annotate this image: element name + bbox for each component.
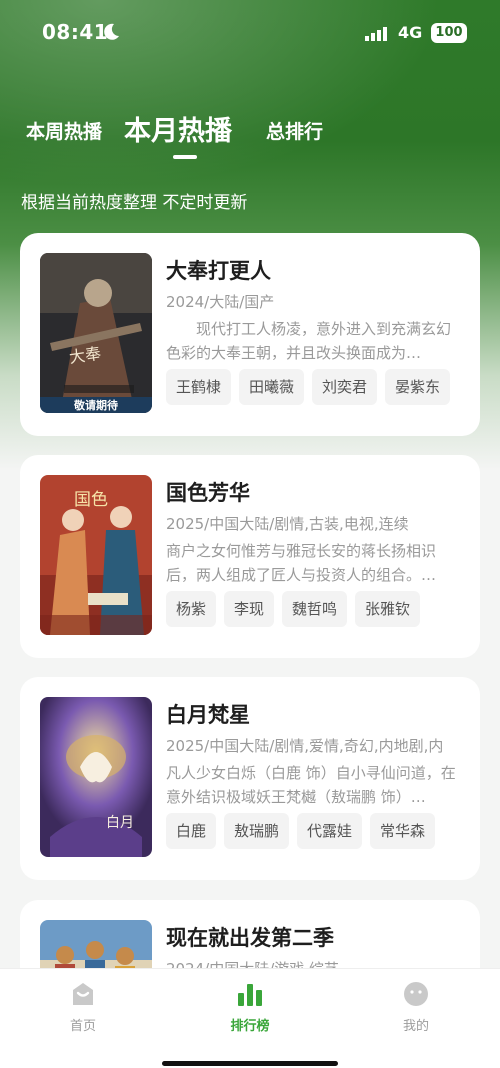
status-bar: 08:41 4G 100	[0, 0, 500, 66]
tabbar-ranking[interactable]: 排行榜	[200, 981, 300, 1034]
cast-tag[interactable]: 敖瑞鹏	[224, 813, 290, 849]
tab-total[interactable]: 总排行	[266, 117, 323, 144]
tabbar-mine-label: 我的	[402, 1019, 429, 1034]
cast-tag[interactable]: 田曦薇	[239, 369, 305, 405]
cast-tag[interactable]: 刘奕君	[312, 369, 378, 405]
cast-tag[interactable]: 李现	[224, 591, 275, 627]
svg-text:国色: 国色	[74, 490, 108, 510]
poster-image[interactable]: 国色	[40, 475, 152, 635]
network-label: 4G	[398, 23, 423, 42]
cast-tags: 杨紫 李现 魏哲鸣 张雅钦	[166, 591, 421, 627]
drama-meta: 2024/大陆/国产	[166, 293, 275, 311]
drama-title: 现在就出发第二季	[166, 926, 334, 950]
svg-text:白月: 白月	[106, 815, 134, 831]
home-indicator	[162, 1061, 338, 1066]
tabbar-ranking-label: 排行榜	[230, 1019, 270, 1034]
bottom-tab-bar: 首页 排行榜 我的	[0, 968, 500, 1068]
drama-meta: 2025/中国大陆/剧情,古装,电视,连续	[166, 515, 409, 533]
battery-indicator: 100	[431, 23, 467, 43]
cast-tag[interactable]: 常华森	[370, 813, 436, 849]
status-time: 08:41	[42, 20, 109, 44]
cast-tags: 王鹤棣 田曦薇 刘奕君 晏紫东	[166, 369, 451, 405]
drama-card[interactable]: 国色 国色芳华 2025/中国大陆/剧情,古装,电视,连续 商户之女何惟芳与雅冠…	[20, 455, 480, 658]
drama-description: 商户之女何惟芳与雅冠长安的蒋长扬相识后，两人组成了匠人与投资人的组合。…	[166, 542, 437, 584]
tabbar-home-label: 首页	[69, 1019, 96, 1034]
home-icon	[73, 983, 93, 1005]
drama-title: 大奉打更人	[166, 259, 271, 283]
drama-description: 凡人少女白烁（白鹿 饰）自小寻仙问道，在意外结识极域妖王梵樾（敖瑞鹏 饰）…	[166, 764, 456, 806]
cast-tags: 白鹿 敖瑞鹏 代露娃 常华森	[166, 813, 436, 849]
moon-icon	[104, 23, 119, 40]
poster-image[interactable]: 大奉 敬请期待	[40, 253, 152, 413]
ranking-tabs: 本周热播 本月热播 总排行	[0, 105, 500, 175]
cast-tag[interactable]: 张雅钦	[355, 591, 421, 627]
tab-month[interactable]: 本月热播	[124, 109, 232, 148]
active-tab-indicator	[173, 155, 197, 159]
cast-tag[interactable]: 杨紫	[166, 591, 217, 627]
ranking-chart-icon	[238, 984, 262, 1006]
cast-tag[interactable]: 王鹤棣	[166, 369, 232, 405]
poster-badge: 敬请期待	[73, 398, 118, 412]
cast-tag[interactable]: 魏哲鸣	[282, 591, 348, 627]
drama-title: 白月梵星	[166, 703, 250, 727]
cast-tag[interactable]: 晏紫东	[385, 369, 451, 405]
update-note: 根据当前热度整理 不定时更新	[21, 193, 248, 213]
drama-card[interactable]: 大奉 敬请期待 大奉打更人 2024/大陆/国产 现代打工人杨凌，意外进入到充满…	[20, 233, 480, 436]
drama-meta: 2025/中国大陆/剧情,爱情,奇幻,内地剧,内	[166, 737, 444, 755]
tabbar-mine[interactable]: 我的	[366, 981, 466, 1034]
drama-card[interactable]: 白月 白月梵星 2025/中国大陆/剧情,爱情,奇幻,内地剧,内 凡人少女白烁（…	[20, 677, 480, 880]
face-icon	[404, 982, 428, 1006]
signal-icon	[365, 27, 387, 41]
drama-title: 国色芳华	[166, 481, 250, 505]
cast-tag[interactable]: 白鹿	[166, 813, 217, 849]
poster-image[interactable]: 白月	[40, 697, 152, 857]
tabbar-home[interactable]: 首页	[33, 981, 133, 1034]
tab-week[interactable]: 本周热播	[26, 117, 102, 144]
drama-description: 现代打工人杨凌，意外进入到充满玄幻色彩的大奉王朝，并且改头换面成为…	[166, 320, 452, 362]
cast-tag[interactable]: 代露娃	[297, 813, 363, 849]
